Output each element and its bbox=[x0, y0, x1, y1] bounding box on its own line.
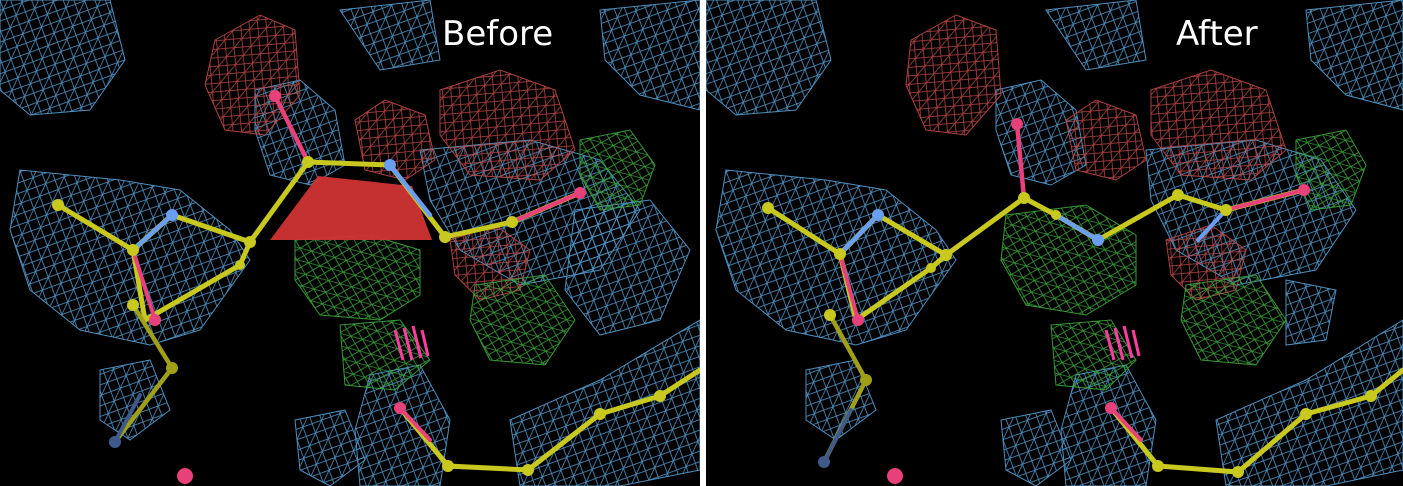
panel-after: After bbox=[706, 0, 1403, 486]
panel-label-after: After bbox=[1176, 14, 1258, 54]
panel-before: Before bbox=[0, 0, 700, 486]
density-scene-after bbox=[706, 0, 1403, 486]
panel-label-before: Before bbox=[442, 14, 554, 54]
density-scene-before bbox=[0, 0, 700, 486]
